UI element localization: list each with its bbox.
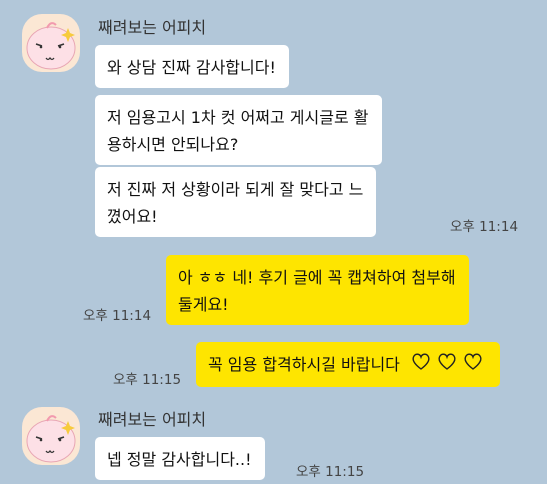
message-bubble[interactable]: 저 진짜 저 상황이라 되게 잘 맞다고 느 꼈어요! <box>95 167 377 237</box>
avatar[interactable] <box>22 14 80 72</box>
message-timestamp: 오후 11:15 <box>296 464 365 480</box>
avatar[interactable] <box>22 407 80 465</box>
sender-name: 째려보는 어피치 <box>98 18 207 37</box>
message-bubble[interactable]: 와 상담 진짜 감사합니다! <box>95 45 289 88</box>
message-timestamp: 오후 11:14 <box>83 308 152 324</box>
apeach-face-icon <box>26 22 76 70</box>
message-text: 둘게요! <box>178 295 229 314</box>
message-timestamp: 오후 11:14 <box>450 219 519 235</box>
apeach-face-icon <box>26 415 76 463</box>
message-bubble[interactable]: 저 임용고시 1차 컷 어쩌고 게시글로 활 용하시면 안되나요? <box>95 95 382 165</box>
message-text: 꼭 임용 합격하시길 바랍니다 <box>208 355 400 374</box>
message-text: 저 임용고시 1차 컷 어쩌고 게시글로 활 <box>107 108 369 127</box>
message-bubble[interactable]: 꼭 임용 합격하시길 바랍니다 <box>196 342 500 387</box>
sender-name: 째려보는 어피치 <box>98 410 207 429</box>
message-text: 넵 정말 감사합니다..! <box>107 450 252 469</box>
message-bubble[interactable]: 아 ㅎㅎ 네! 후기 글에 꼭 캡쳐하여 첨부해 둘게요! <box>166 255 469 325</box>
message-text: 꼈어요! <box>107 207 158 226</box>
message-text: 아 ㅎㅎ 네! 후기 글에 꼭 캡쳐하여 첨부해 <box>178 268 456 287</box>
message-bubble[interactable]: 넵 정말 감사합니다..! <box>95 437 265 480</box>
message-text: 용하시면 안되나요? <box>107 135 239 154</box>
heart-icons <box>411 352 487 380</box>
message-text: 와 상담 진짜 감사합니다! <box>107 58 276 77</box>
message-timestamp: 오후 11:15 <box>113 372 182 388</box>
message-text: 저 진짜 저 상황이라 되게 잘 맞다고 느 <box>107 180 364 199</box>
